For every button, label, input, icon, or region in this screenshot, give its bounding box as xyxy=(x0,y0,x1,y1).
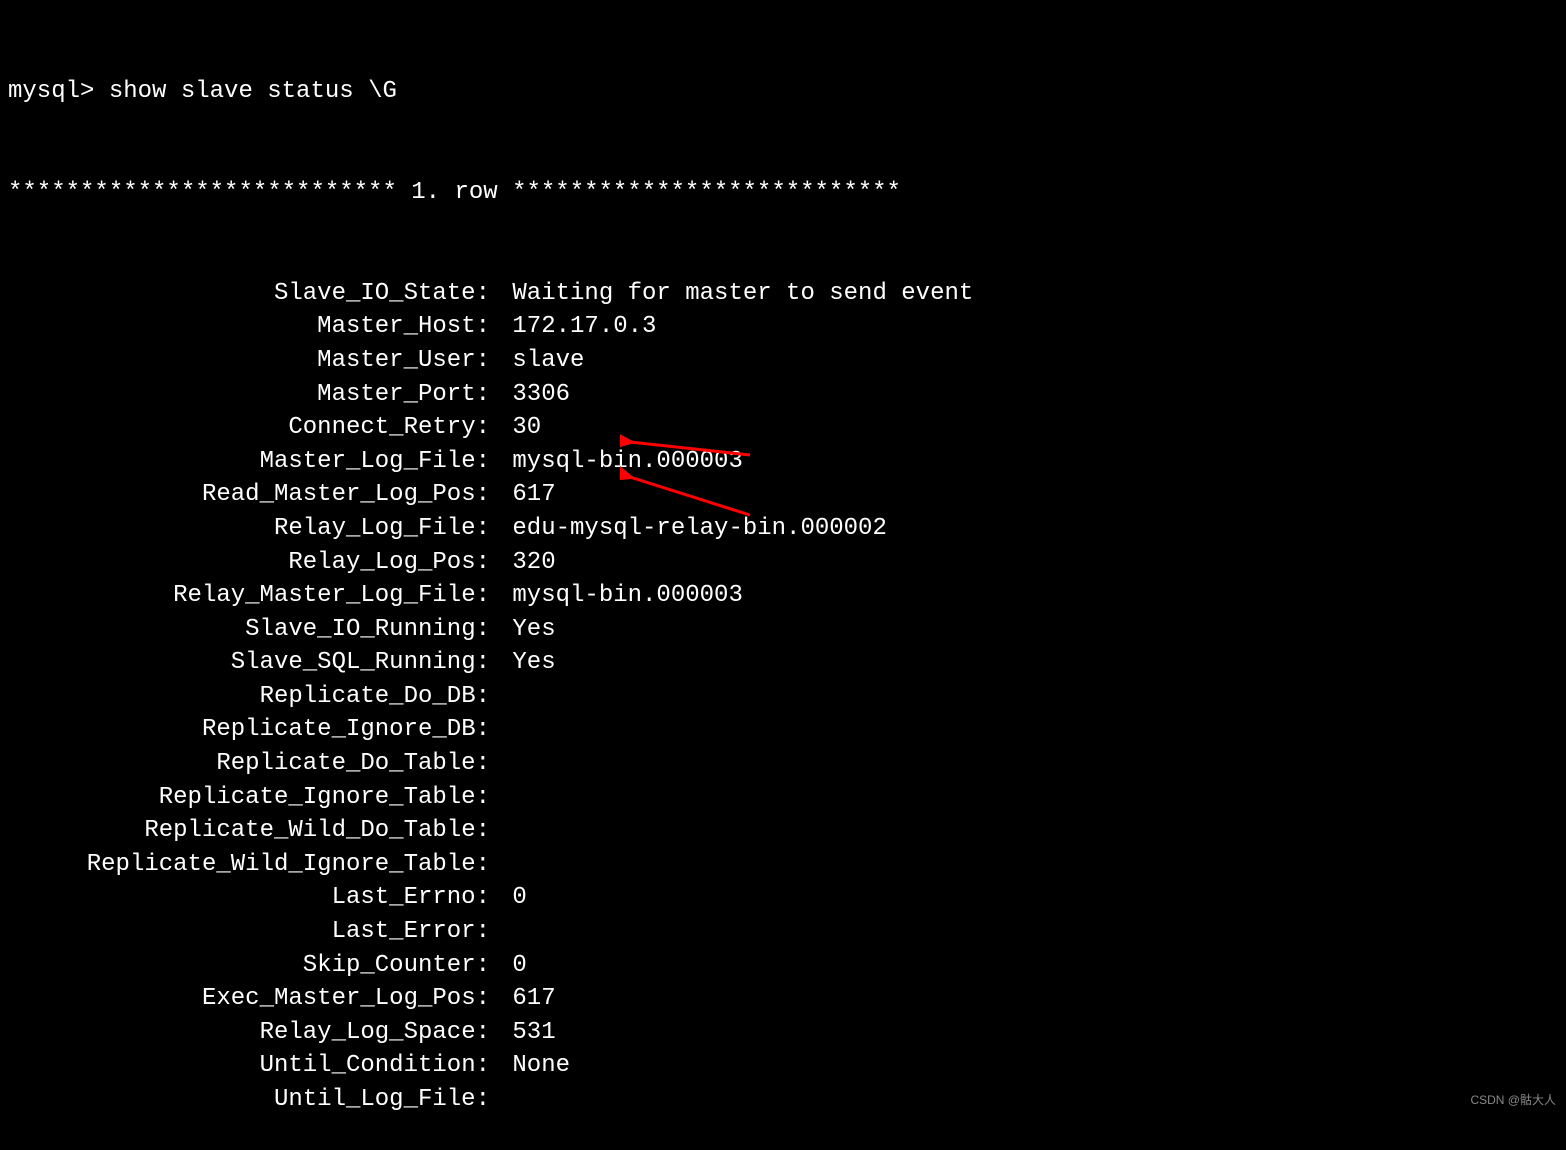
status-value: 320 xyxy=(498,546,556,580)
status-line: Last_Error: xyxy=(8,915,1558,949)
row-header: *************************** 1. row *****… xyxy=(8,176,1558,210)
sql-command: show slave status \G xyxy=(109,75,397,109)
status-value: 30 xyxy=(498,411,541,445)
status-line: Skip_Counter: 0 xyxy=(8,949,1558,983)
status-label: Relay_Master_Log_File: xyxy=(8,579,498,613)
status-label: Relay_Log_Space: xyxy=(8,1016,498,1050)
status-value: Yes xyxy=(498,613,556,647)
status-line: Read_Master_Log_Pos: 617 xyxy=(8,478,1558,512)
status-value xyxy=(498,680,512,714)
status-value: Yes xyxy=(498,646,556,680)
status-value: 617 xyxy=(498,478,556,512)
status-label: Master_User: xyxy=(8,344,498,378)
status-value xyxy=(498,781,512,815)
status-value: 0 xyxy=(498,949,527,983)
status-value: 172.17.0.3 xyxy=(498,310,656,344)
status-line: Master_Host: 172.17.0.3 xyxy=(8,310,1558,344)
status-label: Slave_IO_State: xyxy=(8,277,498,311)
status-label: Last_Error: xyxy=(8,915,498,949)
status-line: Replicate_Do_Table: xyxy=(8,747,1558,781)
status-line: Slave_SQL_Running: Yes xyxy=(8,646,1558,680)
status-value xyxy=(498,915,512,949)
status-container: Slave_IO_State: Waiting for master to se… xyxy=(8,277,1558,1117)
status-label: Slave_SQL_Running: xyxy=(8,646,498,680)
status-label: Slave_IO_Running: xyxy=(8,613,498,647)
status-line: Replicate_Ignore_DB: xyxy=(8,713,1558,747)
status-label: Master_Log_File: xyxy=(8,445,498,479)
status-label: Relay_Log_File: xyxy=(8,512,498,546)
status-line: Connect_Retry: 30 xyxy=(8,411,1558,445)
status-label: Read_Master_Log_Pos: xyxy=(8,478,498,512)
status-value: edu-mysql-relay-bin.000002 xyxy=(498,512,887,546)
status-value: 531 xyxy=(498,1016,556,1050)
status-line: Relay_Log_Space: 531 xyxy=(8,1016,1558,1050)
status-line: Replicate_Ignore_Table: xyxy=(8,781,1558,815)
status-label: Exec_Master_Log_Pos: xyxy=(8,982,498,1016)
status-label: Replicate_Wild_Do_Table: xyxy=(8,814,498,848)
status-label: Until_Condition: xyxy=(8,1049,498,1083)
status-line: Slave_IO_Running: Yes xyxy=(8,613,1558,647)
status-label: Master_Port: xyxy=(8,378,498,412)
status-value: slave xyxy=(498,344,584,378)
terminal-output: mysql> show slave status \G ************… xyxy=(8,8,1558,1150)
status-line: Relay_Log_File: edu-mysql-relay-bin.0000… xyxy=(8,512,1558,546)
status-label: Until_Log_File: xyxy=(8,1083,498,1117)
status-label: Replicate_Do_Table: xyxy=(8,747,498,781)
status-value xyxy=(498,814,512,848)
status-value xyxy=(498,848,512,882)
status-line: Relay_Log_Pos: 320 xyxy=(8,546,1558,580)
status-line: Replicate_Wild_Ignore_Table: xyxy=(8,848,1558,882)
status-value: 0 xyxy=(498,881,527,915)
status-line: Master_User: slave xyxy=(8,344,1558,378)
status-line: Until_Log_File: xyxy=(8,1083,1558,1117)
status-label: Replicate_Ignore_DB: xyxy=(8,713,498,747)
mysql-prompt: mysql> xyxy=(8,75,109,109)
status-line: Last_Errno: 0 xyxy=(8,881,1558,915)
command-line: mysql> show slave status \G xyxy=(8,75,1558,109)
status-value xyxy=(498,1083,512,1117)
status-value xyxy=(498,713,512,747)
status-line: Master_Log_File: mysql-bin.000003 xyxy=(8,445,1558,479)
status-line: Replicate_Do_DB: xyxy=(8,680,1558,714)
status-line: Until_Condition: None xyxy=(8,1049,1558,1083)
status-value: None xyxy=(498,1049,570,1083)
status-value xyxy=(498,747,512,781)
status-value: Waiting for master to send event xyxy=(498,277,973,311)
status-label: Replicate_Do_DB: xyxy=(8,680,498,714)
status-label: Master_Host: xyxy=(8,310,498,344)
watermark: CSDN @骷大人 xyxy=(1470,1092,1556,1109)
status-value: mysql-bin.000003 xyxy=(498,579,743,613)
status-label: Connect_Retry: xyxy=(8,411,498,445)
status-line: Exec_Master_Log_Pos: 617 xyxy=(8,982,1558,1016)
status-line: Relay_Master_Log_File: mysql-bin.000003 xyxy=(8,579,1558,613)
status-value: mysql-bin.000003 xyxy=(498,445,743,479)
status-label: Skip_Counter: xyxy=(8,949,498,983)
status-label: Relay_Log_Pos: xyxy=(8,546,498,580)
status-line: Replicate_Wild_Do_Table: xyxy=(8,814,1558,848)
status-line: Slave_IO_State: Waiting for master to se… xyxy=(8,277,1558,311)
status-line: Master_Port: 3306 xyxy=(8,378,1558,412)
status-label: Last_Errno: xyxy=(8,881,498,915)
status-value: 3306 xyxy=(498,378,570,412)
status-value: 617 xyxy=(498,982,556,1016)
status-label: Replicate_Wild_Ignore_Table: xyxy=(8,848,498,882)
status-label: Replicate_Ignore_Table: xyxy=(8,781,498,815)
